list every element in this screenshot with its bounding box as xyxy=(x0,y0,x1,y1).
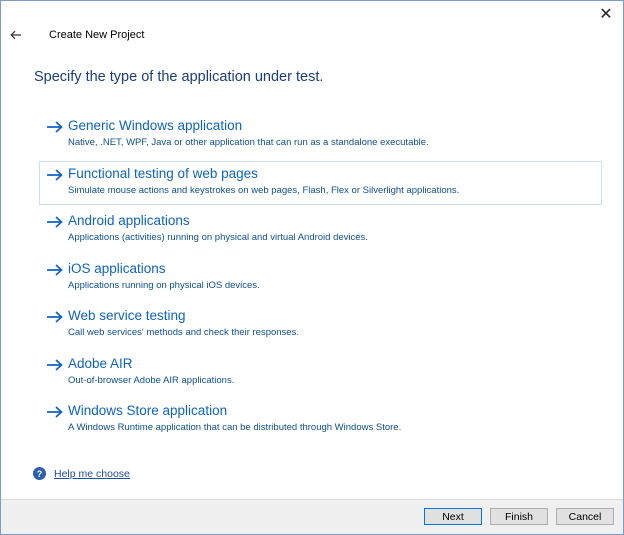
option-description: Simulate mouse actions and keystrokes on… xyxy=(68,184,460,196)
window-title: Create New Project xyxy=(49,29,145,41)
project-type-list: Generic Windows application Native, .NET… xyxy=(39,113,602,446)
option-title: Android applications xyxy=(68,213,190,228)
option-title: Web service testing xyxy=(68,308,186,323)
option-description: Applications (activities) running on phy… xyxy=(68,232,368,243)
option-title: Adobe AIR xyxy=(68,355,133,371)
arrow-right-icon xyxy=(47,216,63,228)
help-icon: ? xyxy=(33,467,46,480)
close-icon: ✕ xyxy=(599,6,613,23)
option-generic-windows[interactable]: Generic Windows application Native, .NET… xyxy=(39,113,602,157)
option-title: iOS applications xyxy=(68,260,166,276)
option-description: Call web services' methods and check the… xyxy=(68,327,299,338)
finish-button[interactable]: Finish xyxy=(490,508,548,525)
option-web-pages[interactable]: Functional testing of web pages Simulate… xyxy=(39,160,602,205)
back-arrow-icon xyxy=(10,30,21,40)
option-description: Applications running on physical iOS dev… xyxy=(68,279,260,291)
option-windows-store[interactable]: Windows Store application A Windows Runt… xyxy=(39,398,602,442)
page-heading: Specify the type of the application unde… xyxy=(34,69,324,85)
arrow-right-icon xyxy=(47,263,63,276)
option-description: A Windows Runtime application that can b… xyxy=(68,422,402,433)
arrow-right-icon xyxy=(47,406,63,418)
arrow-right-icon xyxy=(47,121,63,133)
option-title: Windows Store application xyxy=(68,403,228,418)
create-project-dialog: ✕ Create New Project Specify the type of… xyxy=(0,0,624,535)
help-link[interactable]: Help me choose xyxy=(54,468,130,480)
arrow-right-icon xyxy=(47,168,63,181)
option-android[interactable]: Android applications Applications (activ… xyxy=(39,208,602,252)
next-button[interactable]: Next xyxy=(424,508,482,525)
option-description: Native, .NET, WPF, Java or other applica… xyxy=(68,137,429,148)
option-adobe-air[interactable]: Adobe AIR Out-of-browser Adobe AIR appli… xyxy=(39,351,602,395)
arrow-right-icon xyxy=(47,311,63,323)
close-button[interactable]: ✕ xyxy=(595,5,617,23)
option-title: Generic Windows application xyxy=(68,118,243,133)
arrow-right-icon xyxy=(47,358,63,371)
option-description: Out-of-browser Adobe AIR applications. xyxy=(68,374,235,386)
help-me-choose[interactable]: ? Help me choose xyxy=(33,467,130,480)
option-web-service[interactable]: Web service testing Call web services' m… xyxy=(39,303,602,347)
cancel-button[interactable]: Cancel xyxy=(556,508,614,525)
option-title: Functional testing of web pages xyxy=(68,165,258,181)
back-button[interactable] xyxy=(7,26,25,44)
option-ios[interactable]: iOS applications Applications running on… xyxy=(39,256,602,300)
dialog-footer: Next Finish Cancel xyxy=(1,499,623,534)
